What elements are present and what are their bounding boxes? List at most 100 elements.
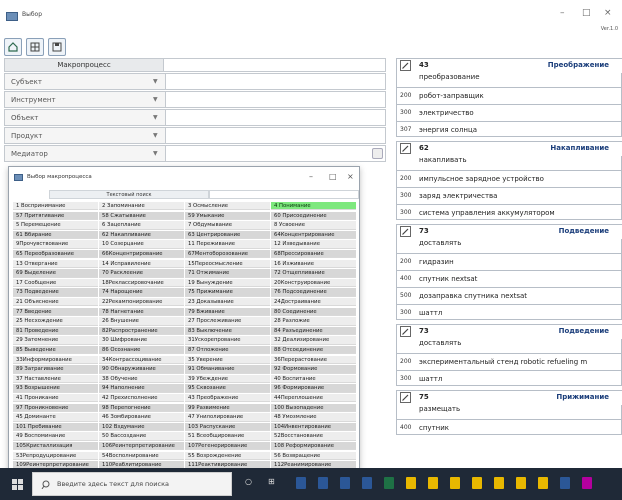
- macroprocess-cell[interactable]: 63 Центрирование: [185, 230, 270, 240]
- macroprocess-cell[interactable]: 107Регенерирование: [185, 442, 270, 451]
- macroprocess-cell[interactable]: 108 Реформирование: [271, 442, 356, 451]
- macroprocess-cell[interactable]: 79 Вживание: [185, 307, 270, 316]
- macroprocess-cell[interactable]: 26 Внушение: [99, 317, 184, 326]
- macroprocess-cell[interactable]: 5 Перемещение: [13, 221, 98, 230]
- macroprocess-cell[interactable]: 47 Унилолирование: [185, 413, 270, 422]
- macroprocess-cell[interactable]: 91 Обманивание: [185, 365, 270, 374]
- macroprocess-cell[interactable]: 87 Отложение: [185, 346, 270, 355]
- app-icon-purple[interactable]: [582, 477, 592, 489]
- card-row[interactable]: 300 заряд электричества: [397, 187, 622, 204]
- macroprocess-cell[interactable]: 46 Зомбирование: [99, 413, 184, 422]
- folder-app-icon-7[interactable]: [538, 477, 548, 489]
- macroprocess-cell[interactable]: 84 Разъединение: [271, 326, 356, 336]
- word-app-icon[interactable]: [296, 477, 306, 489]
- macroprocess-cell[interactable]: 13 Отвергание: [13, 259, 98, 268]
- save-button[interactable]: [48, 38, 66, 56]
- macroprocess-cell[interactable]: 45 Доминанте: [13, 413, 98, 422]
- instrument-field[interactable]: Инструмент ▼: [4, 91, 386, 108]
- folder-app-icon[interactable]: [406, 477, 416, 489]
- macroprocess-cell[interactable]: 57 Притягивание: [13, 211, 98, 220]
- macroprocess-cell[interactable]: 33Информирование: [13, 355, 98, 364]
- chevron-down-icon[interactable]: ▼: [153, 78, 158, 85]
- card-row[interactable]: 300 шаттл: [397, 304, 622, 321]
- instrument-value[interactable]: [166, 92, 385, 107]
- macroprocess-cell[interactable]: 19 Вынуждение: [185, 278, 270, 288]
- macroprocess-cell[interactable]: 30 Шифрование: [99, 336, 184, 345]
- macroprocess-cell[interactable]: 61 Вбирание: [13, 230, 98, 240]
- folder-app-icon-5[interactable]: [494, 477, 504, 489]
- macroprocess-cell[interactable]: 67Ментоборозование: [185, 250, 270, 259]
- macroprocess-cell[interactable]: 25 Несхождение: [13, 317, 98, 326]
- macroprocess-cell[interactable]: 39 Убеждение: [185, 374, 270, 384]
- folder-app-icon-4[interactable]: [472, 477, 482, 489]
- macroprocess-cell[interactable]: 51 Всеобщирование: [185, 432, 270, 441]
- macroprocess-cell[interactable]: 34Контрассоцивание: [99, 355, 184, 364]
- word-app-icon-3[interactable]: [340, 477, 350, 489]
- macroprocess-cell[interactable]: 64Концентрирование: [271, 230, 356, 240]
- edit-icon[interactable]: [400, 392, 411, 403]
- macroprocess-cell[interactable]: 58 Сжатывание: [99, 211, 184, 220]
- card-row[interactable]: 300 шаттл: [397, 370, 622, 387]
- macroprocess-cell[interactable]: 16 Изживание: [271, 259, 356, 268]
- macroprocess-cell[interactable]: 32 Деализирование: [271, 336, 356, 345]
- dialog-maximize-button[interactable]: □: [329, 172, 337, 181]
- macroprocess-cell[interactable]: 49 Воспоминание: [13, 432, 98, 441]
- taskbar-search[interactable]: Введите здесь текст для поиска: [32, 472, 232, 496]
- macroprocess-cell[interactable]: 92 Формование: [271, 365, 356, 374]
- search-input[interactable]: [209, 190, 359, 199]
- macroprocess-cell[interactable]: 78 Нагнетание: [99, 307, 184, 316]
- macroprocess-cell[interactable]: 89 Затрагивание: [13, 365, 98, 374]
- macroprocess-cell[interactable]: 9Прочувствование: [13, 240, 98, 249]
- macroprocess-cell[interactable]: 85 Выведение: [13, 346, 98, 355]
- macroprocess-cell[interactable]: 14 Исправиление: [99, 259, 184, 268]
- macroprocess-cell[interactable]: 77 Введение: [13, 307, 98, 316]
- macroprocess-cell[interactable]: 11 Переживание: [185, 240, 270, 249]
- macroprocess-cell[interactable]: 29 Затемнение: [13, 336, 98, 345]
- macroprocess-cell[interactable]: 53Репродуцирование: [13, 451, 98, 460]
- macroprocess-cell[interactable]: 102 Вздумание: [99, 422, 184, 432]
- macroprocess-cell[interactable]: 80 Соединение: [271, 307, 356, 316]
- macroprocess-cell[interactable]: 59 Умыкание: [185, 211, 270, 220]
- macroprocess-cell[interactable]: 6 Зацеплание: [99, 221, 184, 230]
- macroprocess-cell[interactable]: 12 Изведывание: [271, 240, 356, 249]
- macroprocess-cell[interactable]: 76 Подсоединение: [271, 288, 356, 297]
- macroprocess-cell[interactable]: 27 Прослеживание: [185, 317, 270, 326]
- macroprocess-cell[interactable]: 21 Объяснение: [13, 298, 98, 307]
- browser-app-icon[interactable]: [560, 477, 570, 489]
- home-button[interactable]: [4, 38, 22, 56]
- maximize-button[interactable]: □: [582, 9, 591, 18]
- macroprocess-cell[interactable]: 24Достраивание: [271, 298, 356, 307]
- macroprocess-cell[interactable]: 93 Возрышение: [13, 384, 98, 393]
- macroprocess-cell[interactable]: 72 Отщепливание: [271, 269, 356, 278]
- macroprocess-cell[interactable]: 74 Нарощение: [99, 288, 184, 297]
- card-row[interactable]: 200 гидразин: [397, 253, 622, 270]
- macroprocess-cell[interactable]: 31Ускорепрование: [185, 336, 270, 345]
- chevron-down-icon[interactable]: ▼: [153, 114, 158, 121]
- subject-value[interactable]: [166, 74, 385, 89]
- cortana-icon[interactable]: ○: [245, 477, 252, 486]
- macroprocess-cell[interactable]: 106Реинтерпретирование: [99, 442, 184, 451]
- macroprocess-cell[interactable]: 22Рекампонирование: [99, 298, 184, 307]
- macroprocess-cell[interactable]: 103 Распускание: [185, 422, 270, 432]
- excel-app-icon[interactable]: [384, 477, 394, 489]
- subject-field[interactable]: Субъект ▼: [4, 73, 386, 90]
- grid-button[interactable]: [26, 38, 44, 56]
- macroprocess-cell[interactable]: 50 Вассоздание: [99, 432, 184, 441]
- macroprocess-cell[interactable]: 70 Расклеение: [99, 269, 184, 278]
- product-value[interactable]: [166, 128, 385, 143]
- card-row[interactable]: 300 электричество: [397, 104, 622, 121]
- minimize-button[interactable]: –: [560, 9, 565, 18]
- macroprocess-cell[interactable]: 60 Присоединение: [271, 211, 356, 220]
- macroprocess-cell[interactable]: 71 Отжимание: [185, 269, 270, 278]
- macroprocess-cell[interactable]: 94 Наполнение: [99, 384, 184, 393]
- macroprocess-cell[interactable]: 104Инвентирование: [271, 422, 356, 432]
- macroprocess-cell[interactable]: 44Переплошение: [271, 394, 356, 403]
- word-app-icon-4[interactable]: [362, 477, 372, 489]
- macroprocess-cell[interactable]: 8 Усвоение: [271, 221, 356, 230]
- task-view-icon[interactable]: ⊞: [268, 477, 275, 486]
- card-row[interactable]: 400 спутник: [397, 419, 622, 436]
- macroprocess-cell[interactable]: 38 Обучение: [99, 374, 184, 384]
- card-row[interactable]: 200 экспериментальный стенд robotic refue…: [397, 353, 622, 370]
- windows-icon[interactable]: [12, 479, 23, 490]
- product-field[interactable]: Продукт ▼: [4, 127, 386, 144]
